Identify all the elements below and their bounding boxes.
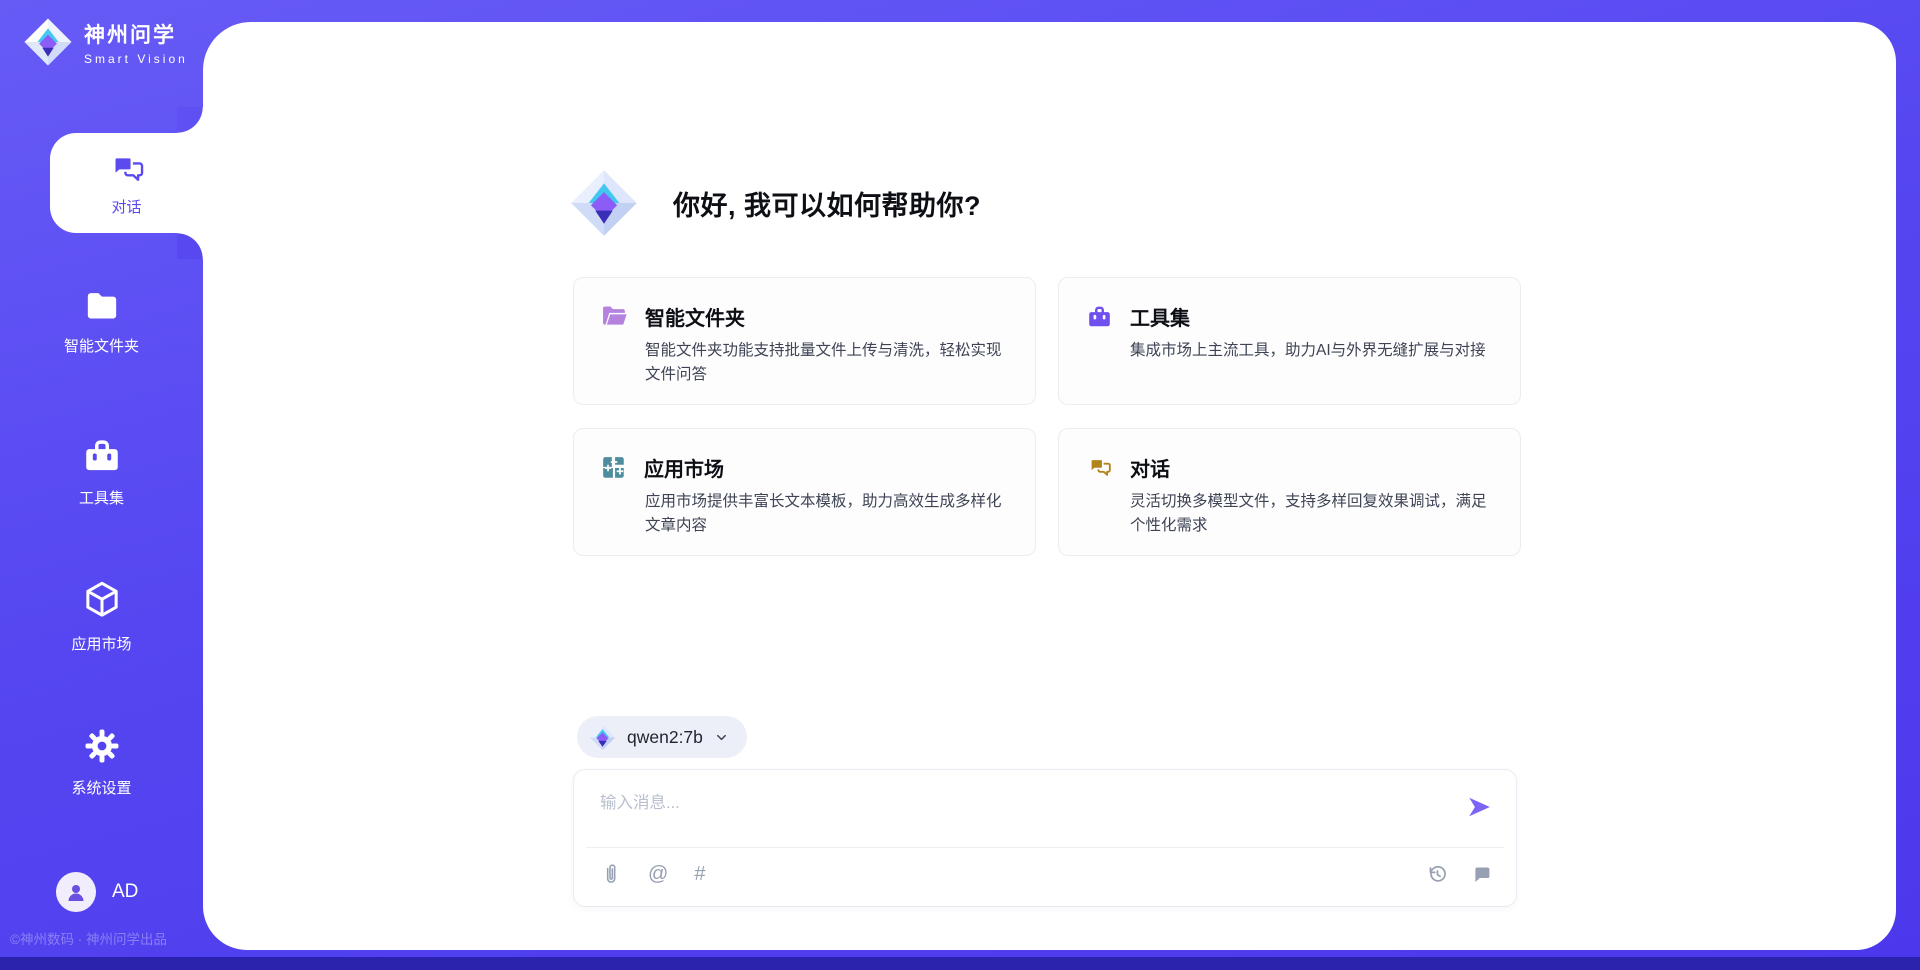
model-selector[interactable]: qwen2:7b	[577, 716, 747, 758]
composer-toolbar-right	[1426, 863, 1492, 885]
person-icon	[64, 880, 88, 904]
sidebar-item-app-market[interactable]: 应用市场	[0, 578, 203, 654]
message-composer: @ #	[573, 769, 1517, 907]
paperclip-icon[interactable]	[600, 863, 622, 885]
sidebar-item-chat[interactable]: 对话	[50, 133, 203, 233]
greeting-row: 你好, 我可以如何帮助你?	[569, 168, 981, 238]
card-title: 对话	[1130, 453, 1170, 482]
card-title: 应用市场	[644, 453, 724, 482]
folder-open-icon	[601, 305, 628, 329]
avatar	[56, 872, 96, 912]
sidebar-item-label: 对话	[111, 196, 141, 217]
bottom-strip	[0, 957, 1920, 970]
user-account[interactable]: AD	[56, 872, 138, 912]
hash-icon[interactable]: #	[694, 864, 705, 884]
card-app-market[interactable]: 应用市场 应用市场提供丰富长文本模板，助力高效生成多样化文章内容	[573, 428, 1036, 556]
assistant-diamond-icon	[569, 168, 639, 238]
app-window: 神州问学 Smart Vision 对话 智能文件夹	[0, 0, 1920, 970]
sidebar-item-label: 智能文件夹	[64, 335, 139, 356]
send-icon[interactable]	[1466, 794, 1492, 820]
model-diamond-icon	[589, 724, 616, 751]
brand-subtitle: Smart Vision	[84, 52, 188, 66]
comment-icon[interactable]	[1470, 863, 1492, 885]
card-chat[interactable]: 对话 灵活切换多模型文件，支持多样回复效果调试，满足个性化需求	[1058, 428, 1521, 556]
brand-logo: 神州问学 Smart Vision	[22, 16, 188, 68]
chat-icon	[107, 150, 147, 188]
card-description: 灵活切换多模型文件，支持多样回复效果调试，满足个性化需求	[1130, 490, 1500, 539]
sidebar-item-settings[interactable]: 系统设置	[0, 724, 203, 798]
main-panel: 你好, 我可以如何帮助你? 智能文件夹 智能文件夹功能支持批量文件上传与清洗，轻…	[203, 22, 1896, 950]
brand-name: 神州问学	[84, 19, 188, 49]
card-toolset[interactable]: 工具集 集成市场上主流工具，助力AI与外界无缝扩展与对接	[1058, 277, 1521, 405]
active-tab-curve-top	[177, 107, 203, 133]
active-tab-curve-bottom	[177, 233, 203, 259]
card-title: 智能文件夹	[645, 302, 745, 331]
model-name: qwen2:7b	[627, 727, 703, 748]
grid-icon	[601, 455, 627, 481]
at-icon[interactable]: @	[648, 864, 668, 884]
cube-icon	[80, 578, 124, 624]
sidebar-item-toolset[interactable]: 工具集	[0, 436, 203, 508]
card-smart-folder[interactable]: 智能文件夹 智能文件夹功能支持批量文件上传与清洗，轻松实现文件问答	[573, 277, 1036, 405]
history-icon[interactable]	[1426, 863, 1448, 885]
sidebar-item-label: 应用市场	[71, 633, 131, 654]
toolbox-icon	[1086, 304, 1113, 330]
card-description: 集成市场上主流工具，助力AI与外界无缝扩展与对接	[1130, 339, 1500, 363]
sidebar-item-smart-folder[interactable]: 智能文件夹	[0, 286, 203, 356]
sidebar-item-label: 工具集	[79, 487, 124, 508]
sidebar-item-label: 系统设置	[71, 777, 131, 798]
card-description: 智能文件夹功能支持批量文件上传与清洗，轻松实现文件问答	[645, 339, 1015, 388]
greeting-text: 你好, 我可以如何帮助你?	[673, 184, 981, 223]
toolbox-icon	[81, 436, 123, 478]
message-input[interactable]	[600, 786, 1430, 820]
copyright-footer: ©神州数码 · 神州问学出品	[10, 928, 200, 948]
brand-diamond-icon	[22, 16, 74, 68]
folder-icon	[81, 286, 123, 326]
chat-icon	[1086, 455, 1113, 480]
chevron-down-icon	[714, 730, 729, 745]
card-title: 工具集	[1130, 302, 1190, 331]
card-description: 应用市场提供丰富长文本模板，助力高效生成多样化文章内容	[645, 490, 1015, 539]
composer-divider	[586, 847, 1504, 848]
gear-icon	[80, 724, 124, 768]
user-initials: AD	[112, 881, 138, 903]
sidebar: 神州问学 Smart Vision 对话 智能文件夹	[0, 0, 203, 970]
composer-toolbar-left: @ #	[600, 863, 705, 885]
